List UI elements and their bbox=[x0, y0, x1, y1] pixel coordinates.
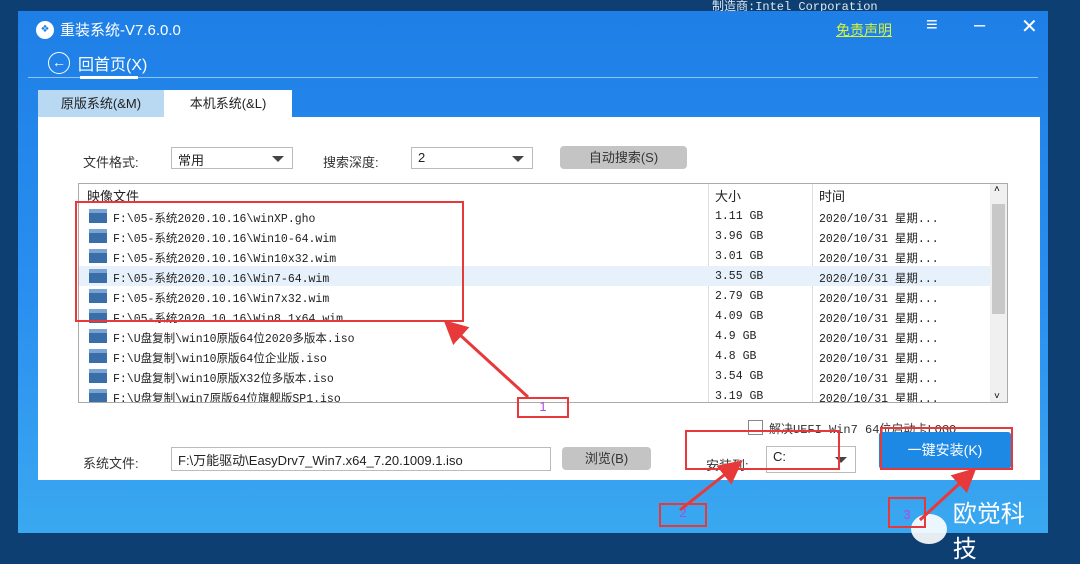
arrow-2 bbox=[679, 460, 743, 512]
annotation-arrows bbox=[443, 319, 977, 522]
arrow-1 bbox=[443, 319, 530, 399]
arrow-3 bbox=[918, 467, 977, 522]
